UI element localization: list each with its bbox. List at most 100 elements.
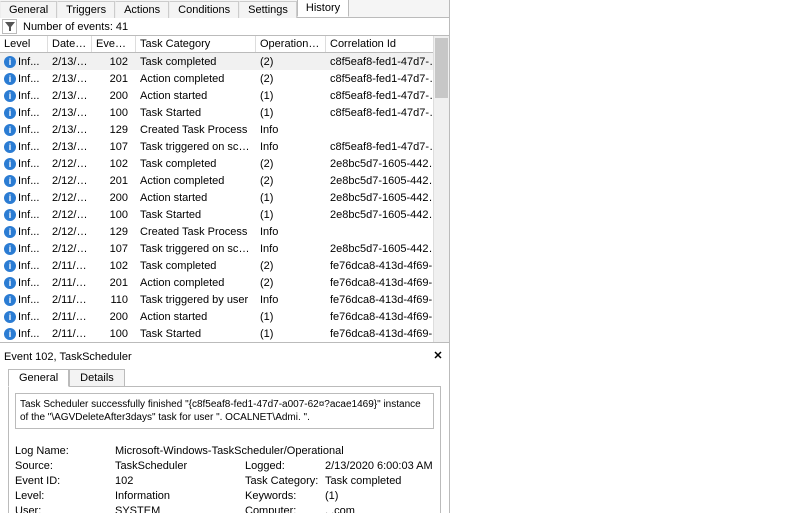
date-cell: 2/12/2... (48, 225, 92, 239)
tab-general[interactable]: General (0, 1, 57, 18)
category-cell: Action started (136, 191, 256, 205)
column-header[interactable]: Level (0, 36, 48, 52)
table-row[interactable]: iInf...2/13/2...201Action completed(2)c8… (0, 70, 433, 87)
table-row[interactable]: iInf...2/12/2...107Task triggered on sch… (0, 240, 433, 257)
level-cell: iInf... (0, 310, 48, 324)
grid-header[interactable]: LevelDate a...Event...Task CategoryOpera… (0, 36, 433, 53)
tab-triggers[interactable]: Triggers (57, 1, 115, 18)
category-cell: Action completed (136, 174, 256, 188)
user-label: User: (15, 505, 115, 513)
event-grid[interactable]: LevelDate a...Event...Task CategoryOpera… (0, 36, 433, 342)
correlation-cell (326, 129, 433, 131)
category-cell: Created Task Process (136, 225, 256, 239)
tab-conditions[interactable]: Conditions (169, 1, 239, 18)
table-row[interactable]: iInf...2/13/2...200Action started(1)c8f5… (0, 87, 433, 104)
level-cell: iInf... (0, 242, 48, 256)
opcode-cell: (1) (256, 106, 326, 120)
table-row[interactable]: iInf...2/13/2...107Task triggered on sch… (0, 138, 433, 155)
info-icon: i (4, 243, 16, 255)
table-row[interactable]: iInf...2/11/2...102Task completed(2)fe76… (0, 257, 433, 274)
eventid-cell: 201 (92, 72, 136, 86)
opcode-cell: (1) (256, 310, 326, 324)
correlation-cell: fe76dca8-413d-4f69-... (326, 259, 433, 273)
detail-tab-general[interactable]: General (8, 369, 69, 387)
date-cell: 2/13/2... (48, 123, 92, 137)
event-count-label: Number of events: 41 (23, 21, 128, 33)
table-row[interactable]: iInf...2/11/2...201Action completed(2)fe… (0, 274, 433, 291)
detail-tab-details[interactable]: Details (69, 369, 125, 387)
table-row[interactable]: iInf...2/13/2...129Created Task ProcessI… (0, 121, 433, 138)
tab-actions[interactable]: Actions (115, 1, 169, 18)
category-cell: Task completed (136, 55, 256, 69)
detail-subtabs: GeneralDetails (8, 368, 441, 386)
category-cell: Task completed (136, 157, 256, 171)
opcode-cell: (2) (256, 259, 326, 273)
level-cell: iInf... (0, 106, 48, 120)
table-row[interactable]: iInf...2/12/2...200Action started(1)2e8b… (0, 189, 433, 206)
table-row[interactable]: iInf...2/12/2...100Task Started(1)2e8bc5… (0, 206, 433, 223)
eventid-cell: 102 (92, 259, 136, 273)
detail-general-panel: Task Scheduler successfully finished "{c… (8, 386, 441, 513)
eventid-cell: 129 (92, 225, 136, 239)
date-cell: 2/11/2... (48, 310, 92, 324)
level-cell: iInf... (0, 140, 48, 154)
info-icon: i (4, 226, 16, 238)
table-row[interactable]: iInf...2/13/2...102Task completed(2)c8f5… (0, 53, 433, 70)
table-row[interactable]: iInf...2/12/2...201Action completed(2)2e… (0, 172, 433, 189)
table-row[interactable]: iInf...2/12/2...129Created Task ProcessI… (0, 223, 433, 240)
correlation-cell: c8f5eaf8-fed1-47d7-a... (326, 89, 433, 103)
column-header[interactable]: Operational Code (256, 36, 326, 52)
keywords-value: (1) (325, 490, 455, 502)
date-cell: 2/11/2... (48, 327, 92, 341)
opcode-cell: Info (256, 123, 326, 137)
opcode-cell: Info (256, 242, 326, 256)
tab-history[interactable]: History (297, 0, 349, 17)
computer-value: . .com (325, 505, 455, 513)
info-icon: i (4, 90, 16, 102)
table-row[interactable]: iInf...2/12/2...102Task completed(2)2e8b… (0, 155, 433, 172)
table-row[interactable]: iInf...2/13/2...100Task Started(1)c8f5ea… (0, 104, 433, 121)
level-cell: iInf... (0, 259, 48, 273)
column-header[interactable]: Date a... (48, 36, 92, 52)
eventid-label: Event ID: (15, 475, 115, 487)
category-cell: Task triggered by user (136, 293, 256, 307)
eventid-cell: 100 (92, 208, 136, 222)
info-icon: i (4, 277, 16, 289)
correlation-cell: fe76dca8-413d-4f69-... (326, 310, 433, 324)
category-cell: Action completed (136, 276, 256, 290)
taskcat-value: Task completed (325, 475, 455, 487)
opcode-cell: (2) (256, 72, 326, 86)
eventid-cell: 200 (92, 191, 136, 205)
level-cell: iInf... (0, 123, 48, 137)
column-header[interactable]: Event... (92, 36, 136, 52)
opcode-cell: (2) (256, 157, 326, 171)
category-cell: Task triggered on scheduler (136, 242, 256, 256)
table-row[interactable]: iInf...2/11/2...100Task Started(1)fe76dc… (0, 325, 433, 342)
category-cell: Action started (136, 89, 256, 103)
task-scheduler-properties: GeneralTriggersActionsConditionsSettings… (0, 0, 450, 513)
event-properties: Log Name: Microsoft-Windows-TaskSchedule… (15, 445, 434, 513)
table-row[interactable]: iInf...2/11/2...110Task triggered by use… (0, 291, 433, 308)
column-header[interactable]: Task Category (136, 36, 256, 52)
correlation-cell: fe76dca8-413d-4f69-... (326, 276, 433, 290)
eventid-cell: 100 (92, 327, 136, 341)
date-cell: 2/13/2... (48, 89, 92, 103)
eventid-cell: 102 (92, 157, 136, 171)
eventid-cell: 110 (92, 293, 136, 307)
column-header[interactable]: Correlation Id (326, 36, 433, 52)
close-icon[interactable]: ✕ (431, 350, 445, 364)
source-value: TaskScheduler (115, 460, 245, 472)
grid-scrollbar[interactable] (433, 36, 449, 342)
log-name-label: Log Name: (15, 445, 115, 457)
scrollbar-thumb[interactable] (435, 38, 448, 98)
category-cell: Created Task Process (136, 123, 256, 137)
opcode-cell: (1) (256, 89, 326, 103)
table-row[interactable]: iInf...2/11/2...200Action started(1)fe76… (0, 308, 433, 325)
opcode-cell: (1) (256, 327, 326, 341)
info-icon: i (4, 56, 16, 68)
correlation-cell: 2e8bc5d7-1605-442f-... (326, 208, 433, 222)
correlation-cell: c8f5eaf8-fed1-47d7-a... (326, 106, 433, 120)
filter-icon[interactable] (2, 19, 17, 34)
opcode-cell: (1) (256, 191, 326, 205)
tab-settings[interactable]: Settings (239, 1, 297, 18)
